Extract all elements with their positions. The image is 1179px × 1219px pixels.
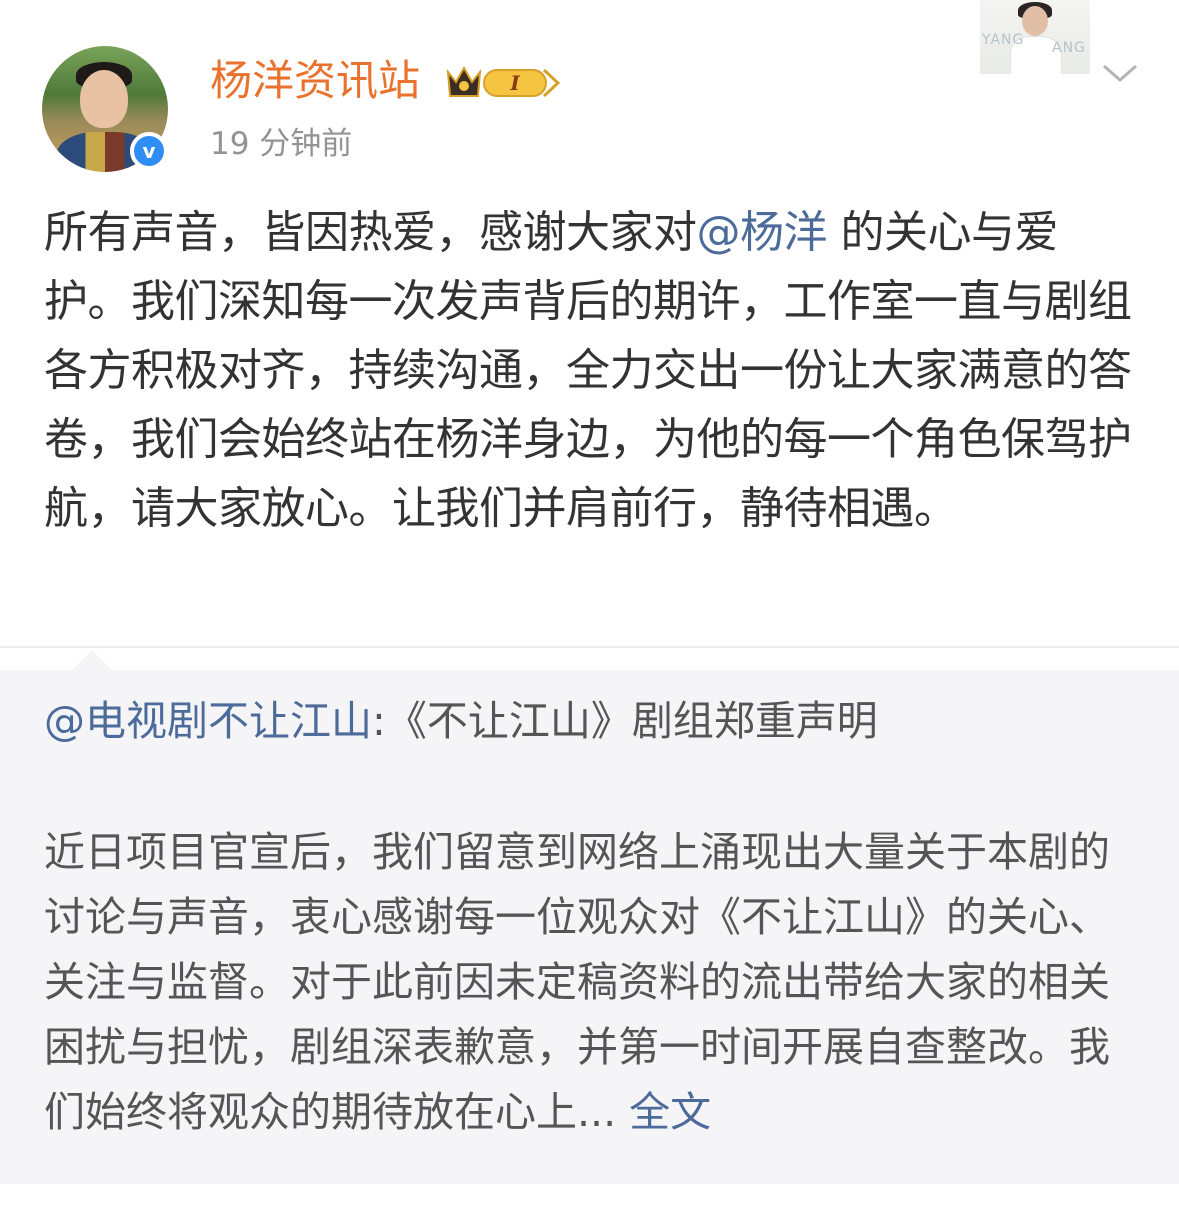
repost-header: @电视剧不让江山:《不让江山》剧组郑重声明 xyxy=(44,692,878,750)
header-thumbnail[interactable]: YANG ANG xyxy=(980,0,1090,74)
crown-level-icon[interactable]: I xyxy=(444,60,564,104)
chevron-down-icon[interactable] xyxy=(1100,60,1140,86)
level-badge-text: I xyxy=(509,71,520,95)
mention-link[interactable]: @杨洋 xyxy=(697,207,828,258)
thumb-text-right: ANG xyxy=(1052,40,1086,56)
post-text-part1: 所有声音，皆因热爱，感谢大家对 xyxy=(44,207,697,258)
verified-badge-icon: v xyxy=(130,132,168,170)
repost-title: :《不让江山》剧组郑重声明 xyxy=(372,697,878,745)
bottom-spacer xyxy=(0,1184,1179,1219)
repost-notch xyxy=(70,650,114,672)
post-time: 19 分钟前 xyxy=(210,126,353,162)
repost-text: 近日项目官宣后，我们留意到网络上涌现出大量关于本剧的讨论与声音，衷心感谢每一位观… xyxy=(44,828,1110,1136)
post-header: v 杨洋资讯站 I 19 分钟前 YANG ANG xyxy=(0,0,1179,190)
author-name[interactable]: 杨洋资讯站 xyxy=(210,52,420,110)
thumb-text-left: YANG xyxy=(982,32,1025,48)
post-content: 所有声音，皆因热爱，感谢大家对@杨洋 的关心与爱护。我们深知每一次发声背后的期许… xyxy=(44,198,1144,543)
repost-body: 近日项目官宣后，我们留意到网络上涌现出大量关于本剧的讨论与声音，衷心感谢每一位观… xyxy=(44,820,1134,1145)
author-avatar[interactable]: v xyxy=(42,46,168,172)
repost-source-link[interactable]: @电视剧不让江山 xyxy=(44,697,372,745)
divider xyxy=(0,646,1179,648)
full-text-link[interactable]: 全文 xyxy=(629,1088,711,1136)
